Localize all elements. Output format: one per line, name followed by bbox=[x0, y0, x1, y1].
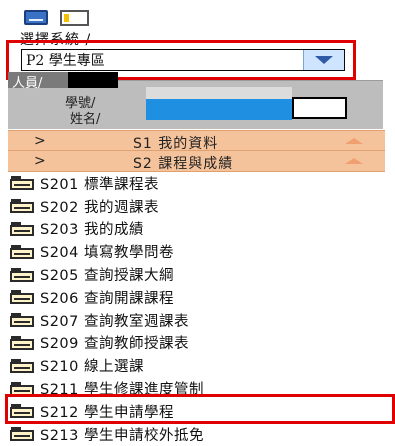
menu-item-s201[interactable]: S201 標準課程表 bbox=[10, 172, 390, 195]
student-id-field bbox=[146, 99, 292, 120]
menu-item-label: S206 查詢開課課程 bbox=[40, 290, 174, 307]
menu-item-label: S201 標準課程表 bbox=[40, 176, 159, 193]
menu-item-label: S203 我的成績 bbox=[40, 222, 144, 239]
menu-item-label: S205 查詢授課大綱 bbox=[40, 268, 174, 285]
menu-item-label: S209 查詢教師授課表 bbox=[40, 336, 189, 353]
menu-item-label: S213 學生申請校外抵免 bbox=[40, 427, 204, 444]
menu-item-label: S207 查詢教室週課表 bbox=[40, 313, 189, 330]
expand-arrow-icon: > bbox=[34, 153, 46, 169]
category-label: S2 課程與成績 bbox=[133, 156, 234, 172]
folder-icon bbox=[10, 335, 36, 350]
menu-item-s205[interactable]: S205 查詢授課大綱 bbox=[10, 263, 390, 286]
folder-icon bbox=[10, 313, 36, 328]
collapse-up-icon[interactable] bbox=[345, 158, 363, 164]
menu-item-label: S204 填寫教學問卷 bbox=[40, 245, 174, 262]
user-tab-label: 人員/ bbox=[8, 72, 68, 91]
category-s1[interactable]: > S1 我的資料 bbox=[8, 130, 385, 152]
menu-item-s204[interactable]: S204 填寫教學問卷 bbox=[10, 240, 390, 263]
menu-item-label: S210 線上選課 bbox=[40, 359, 144, 376]
menu-item-s202[interactable]: S202 我的週課表 bbox=[10, 195, 390, 218]
folder-icon bbox=[10, 199, 36, 214]
menu-item-s213[interactable]: S213 學生申請校外抵免 bbox=[10, 423, 390, 446]
folder-icon bbox=[10, 267, 36, 282]
highlight-box-s213 bbox=[5, 394, 395, 424]
menu-item-s203[interactable]: S203 我的成績 bbox=[10, 218, 390, 241]
student-name-field bbox=[292, 97, 347, 119]
folder-icon bbox=[10, 290, 36, 305]
user-field bbox=[68, 72, 118, 88]
folder-icon bbox=[10, 176, 36, 191]
menu-item-s209[interactable]: S209 查詢教師授課表 bbox=[10, 332, 390, 355]
student-id-field-top bbox=[146, 87, 292, 99]
menu-item-s210[interactable]: S210 線上選課 bbox=[10, 354, 390, 377]
expand-arrow-icon: > bbox=[34, 133, 46, 149]
menu-item-s207[interactable]: S207 查詢教室週課表 bbox=[10, 309, 390, 332]
folder-icon bbox=[10, 244, 36, 259]
student-name-label: 姓名/ bbox=[70, 112, 101, 127]
window-icon[interactable] bbox=[24, 10, 48, 25]
menu-item-label: S202 我的週課表 bbox=[40, 199, 159, 216]
collapse-up-icon[interactable] bbox=[345, 138, 363, 144]
status-icon[interactable] bbox=[60, 10, 89, 26]
category-s2[interactable]: > S2 課程與成績 bbox=[8, 150, 385, 172]
folder-icon bbox=[10, 427, 36, 442]
menu-item-s206[interactable]: S206 查詢開課課程 bbox=[10, 286, 390, 309]
folder-icon bbox=[10, 358, 36, 373]
folder-icon bbox=[10, 221, 36, 236]
